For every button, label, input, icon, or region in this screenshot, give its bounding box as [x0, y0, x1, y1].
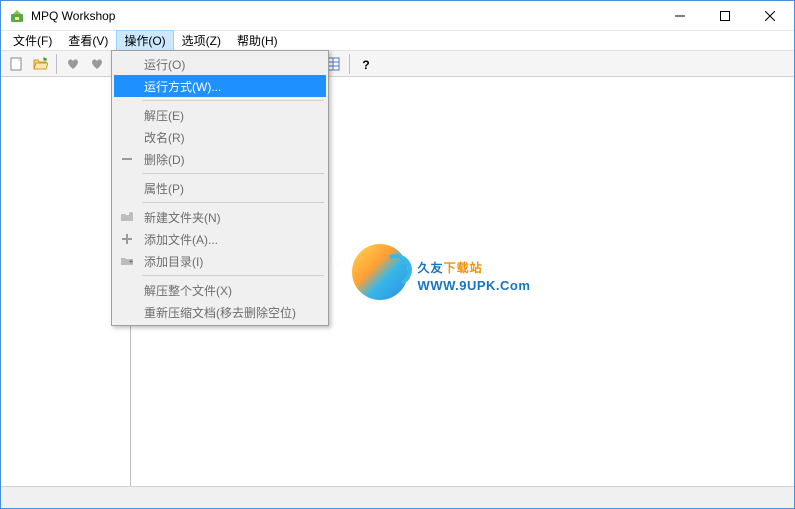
titlebar: MPQ Workshop — [1, 1, 794, 31]
menu-view[interactable]: 查看(V) — [60, 30, 116, 51]
open-button[interactable] — [29, 53, 51, 75]
dd-extract[interactable]: 解压(E) — [114, 104, 326, 126]
watermark-logo-icon — [352, 244, 408, 300]
dd-delete-label: 删除(D) — [138, 151, 322, 168]
close-button[interactable] — [747, 1, 792, 30]
dd-new-folder[interactable]: 新建文件夹(N) — [114, 206, 326, 228]
heart-button-1[interactable] — [62, 53, 84, 75]
blank-icon — [116, 78, 138, 94]
blank-icon — [116, 282, 138, 298]
dd-add-dir[interactable]: 添加目录(I) — [114, 250, 326, 272]
dropdown-separator — [142, 202, 324, 203]
dropdown-separator — [142, 173, 324, 174]
menu-help[interactable]: 帮助(H) — [229, 30, 286, 51]
toolbar-divider — [56, 54, 57, 74]
dropdown-separator — [142, 275, 324, 276]
dd-properties-label: 属性(P) — [138, 180, 322, 197]
blank-icon — [116, 304, 138, 320]
dd-run-label: 运行(O) — [138, 56, 322, 73]
watermark-cn-prefix: 久友 — [418, 261, 444, 275]
minimize-button[interactable] — [657, 1, 702, 30]
app-icon — [9, 8, 25, 24]
dd-properties[interactable]: 属性(P) — [114, 177, 326, 199]
window-title: MPQ Workshop — [31, 9, 657, 23]
plus-icon — [116, 231, 138, 247]
minus-icon — [116, 151, 138, 167]
dd-new-folder-label: 新建文件夹(N) — [138, 209, 322, 226]
blank-icon — [116, 180, 138, 196]
maximize-button[interactable] — [702, 1, 747, 30]
help-button[interactable]: ? — [355, 53, 377, 75]
dd-run[interactable]: 运行(O) — [114, 53, 326, 75]
menu-operation[interactable]: 操作(O) — [116, 30, 173, 51]
folder-new-icon — [116, 209, 138, 225]
dd-extract-all[interactable]: 解压整个文件(X) — [114, 279, 326, 301]
dd-rename-label: 改名(R) — [138, 129, 322, 146]
folder-add-icon — [116, 253, 138, 269]
new-button[interactable] — [5, 53, 27, 75]
blank-icon — [116, 129, 138, 145]
window-controls — [657, 1, 792, 30]
dd-recompress[interactable]: 重新压缩文档(移去删除空位) — [114, 301, 326, 323]
dd-delete[interactable]: 删除(D) — [114, 148, 326, 170]
watermark-cn-suffix: 下载站 — [444, 261, 483, 275]
menubar: 文件(F) 查看(V) 操作(O) 选项(Z) 帮助(H) — [1, 31, 794, 51]
watermark-text: 久友下载站 WWW.9UPK.Com — [418, 252, 531, 293]
dd-extract-label: 解压(E) — [138, 107, 322, 124]
watermark-cn: 久友下载站 — [418, 252, 531, 278]
statusbar — [1, 486, 794, 508]
dd-add-file[interactable]: 添加文件(A)... — [114, 228, 326, 250]
dd-rename[interactable]: 改名(R) — [114, 126, 326, 148]
blank-icon — [116, 56, 138, 72]
dd-extract-all-label: 解压整个文件(X) — [138, 282, 322, 299]
operation-dropdown: 运行(O) 运行方式(W)... 解压(E) 改名(R) 删除(D) 属性(P)… — [111, 50, 329, 326]
dd-run-as[interactable]: 运行方式(W)... — [114, 75, 326, 97]
watermark-en: WWW.9UPK.Com — [418, 278, 531, 293]
blank-icon — [116, 107, 138, 123]
watermark: 久友下载站 WWW.9UPK.Com — [316, 227, 566, 317]
dropdown-separator — [142, 100, 324, 101]
svg-text:?: ? — [362, 58, 369, 72]
dd-recompress-label: 重新压缩文档(移去删除空位) — [138, 304, 322, 321]
dd-run-as-label: 运行方式(W)... — [138, 78, 322, 95]
menu-options[interactable]: 选项(Z) — [174, 30, 229, 51]
toolbar-divider-2 — [349, 54, 350, 74]
dd-add-dir-label: 添加目录(I) — [138, 253, 322, 270]
dd-add-file-label: 添加文件(A)... — [138, 231, 322, 248]
menu-file[interactable]: 文件(F) — [5, 30, 60, 51]
heart-button-2[interactable] — [86, 53, 108, 75]
